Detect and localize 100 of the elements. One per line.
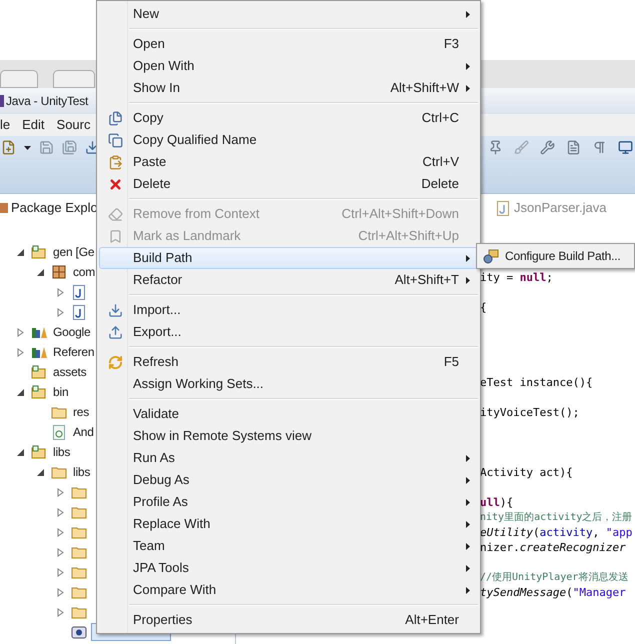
menu-item[interactable]: Refresh F5 [99,351,478,373]
menu-item[interactable]: Run As [99,447,478,469]
menu-item[interactable]: Replace With [99,513,478,535]
copy-icon [108,132,122,148]
import-icon [108,302,122,318]
tree-item[interactable]: assets [51,363,88,381]
menu-item[interactable]: Delete Delete [99,173,478,195]
code-line: nity里面的activity之后，注册 [480,510,634,525]
submenu-arrow-icon [466,520,470,528]
folder-icon [51,406,67,418]
tree-item[interactable]: Google [51,323,92,341]
collapsed-twisty-icon[interactable] [57,528,64,536]
menu-item[interactable]: Properties Alt+Enter [99,609,478,631]
menu-item[interactable]: Copy Qualified Name [99,129,478,151]
collapsed-twisty-icon[interactable] [57,568,64,576]
wrench-icon[interactable] [540,140,555,155]
menu-item[interactable]: Export... [99,321,478,343]
document-icon[interactable] [566,140,581,155]
collapsed-twisty-icon[interactable] [57,288,64,296]
collapsed-twisty-icon[interactable] [57,508,64,516]
expanded-twisty-icon[interactable] [37,468,44,476]
collapsed-twisty-icon[interactable] [17,348,24,356]
window-tab[interactable] [0,70,38,88]
books-icon [30,325,48,339]
code-line: ityVoiceTest(); [480,405,580,420]
menu-item[interactable]: le [0,115,10,135]
source-folder-icon [31,245,47,259]
source-folder-icon [31,445,47,459]
brush-icon[interactable] [514,140,529,155]
submenu-arrow-icon [466,498,470,506]
copy-icon [108,110,122,126]
collapsed-twisty-icon[interactable] [57,548,64,556]
menu-item[interactable]: New [99,3,478,25]
tree-item[interactable]: gen [Ge [51,243,96,261]
menu-item[interactable]: Copy Ctrl+C [99,107,478,129]
tree-item[interactable]: bin [51,383,70,401]
menu-item[interactable]: Show In Alt+Shift+W [99,77,478,99]
pilcrow-icon[interactable] [592,140,607,155]
menu-item[interactable]: Sourc [56,115,90,135]
books-icon [30,345,48,359]
menu-item[interactable]: Open F3 [99,33,478,55]
save-icon[interactable] [39,140,54,155]
build-path-icon [483,248,499,264]
code-line: eTest instance(){ [480,375,594,390]
java-file-icon [73,284,85,300]
submenu-arrow-icon [466,476,470,484]
collapsed-twisty-icon[interactable] [57,588,64,596]
submenu-arrow-icon [466,254,470,262]
eraser-icon [108,206,122,222]
expanded-twisty-icon[interactable] [37,268,44,276]
submenu-arrow-icon [466,84,470,92]
menu-item[interactable]: Import... [99,299,478,321]
collapsed-twisty-icon[interactable] [57,308,64,316]
menu-item[interactable]: Configure Build Path... [479,245,632,267]
menu-item[interactable]: Debug As [99,469,478,491]
export-icon [108,324,122,340]
tree-item[interactable]: And [71,423,96,441]
java-file-icon [73,304,85,320]
folder-icon [71,526,87,538]
tree-item[interactable]: res [71,403,92,421]
code-line: ity = null; [480,270,554,285]
refresh-icon [108,354,122,370]
menu-item[interactable]: Paste Ctrl+V [99,151,478,173]
menu-item[interactable]: Open With [99,55,478,77]
source-folder-icon [31,385,47,399]
menu-item[interactable]: Edit [22,115,45,135]
menu-item[interactable]: JPA Tools [99,557,478,579]
window-title: Java - UnityTest [6,93,88,110]
expanded-twisty-icon[interactable] [17,448,24,456]
menu-item[interactable]: Assign Working Sets... [99,373,478,395]
menu-item[interactable]: Validate [99,403,478,425]
submenu-arrow-icon [466,10,470,18]
paste-icon [108,154,122,170]
tree-item[interactable]: libs [51,443,72,461]
window-tab[interactable] [53,70,95,88]
menu-item[interactable]: Build Path [99,247,478,269]
submenu-arrow-icon [466,62,470,70]
code-line: //使用UnityPlayer将消息发送 [480,570,630,585]
collapsed-twisty-icon[interactable] [57,488,64,496]
code-line: eUtility(activity, "app [480,525,634,540]
save-all-icon[interactable] [62,140,77,155]
tree-item[interactable]: Referen [51,343,96,361]
monitor-icon[interactable] [618,140,633,155]
pin-icon[interactable] [488,140,503,155]
collapsed-twisty-icon[interactable] [57,608,64,616]
menu-item[interactable]: Team [99,535,478,557]
caret-icon[interactable] [24,146,31,150]
new-file-icon[interactable] [1,140,16,155]
menu-item[interactable]: Profile As [99,491,478,513]
expanded-twisty-icon[interactable] [17,248,24,256]
menu-item[interactable]: Compare With [99,579,478,601]
tree-item[interactable]: libs [71,463,92,481]
menu-item[interactable]: Show in Remote Systems view [99,425,478,447]
expanded-twisty-icon[interactable] [17,388,24,396]
tree-item[interactable]: com [71,263,98,281]
collapsed-twisty-icon[interactable] [17,328,24,336]
source-folder-icon [31,365,47,379]
bookmark-icon [108,228,122,244]
menu-item[interactable]: Refactor Alt+Shift+T [99,269,478,291]
code-line: Activity act){ [480,465,574,480]
